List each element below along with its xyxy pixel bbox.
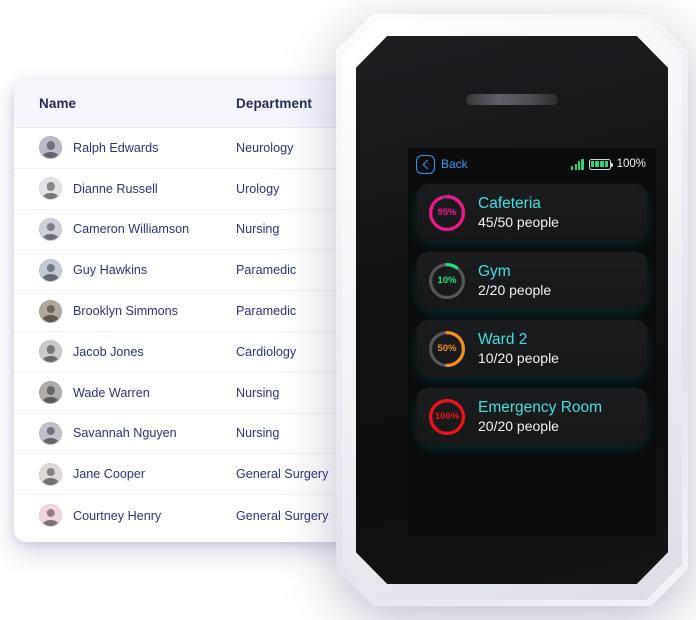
table-row[interactable]: Dianne Russell Urology [14, 168, 350, 210]
column-header-department: Department [236, 96, 313, 111]
room-name: Ward 2 [478, 331, 528, 349]
avatar [39, 299, 62, 323]
table-row[interactable]: Guy Hawkins Paramedic [14, 250, 350, 292]
avatar [39, 381, 62, 405]
device-body: Back 100% 95% Cafeteria 45/50 people 10% Gym… [356, 36, 668, 584]
room-occupancy: 20/20 people [478, 417, 559, 434]
avatar [39, 217, 62, 241]
room-occupancy: 10/20 people [478, 349, 559, 366]
device-screen: Back 100% 95% Cafeteria 45/50 people 10% Gym… [408, 148, 656, 536]
chevron-left-icon [416, 154, 435, 174]
staff-name: Jacob Jones [73, 344, 144, 359]
staff-department: Paramedic [236, 263, 297, 278]
staff-name-cell: Brooklyn Simmons [14, 299, 236, 323]
room-occupancy: 2/20 people [478, 281, 552, 298]
back-button-label: Back [441, 157, 468, 171]
occupancy-percent-label: 95% [437, 207, 457, 218]
table-row[interactable]: Wade Warren Nursing [14, 372, 350, 414]
room-name: Emergency Room [478, 399, 603, 417]
staff-department: Cardiology [236, 344, 297, 359]
table-row[interactable]: Brooklyn Simmons Paramedic [14, 291, 350, 332]
staff-department: General Surgery [236, 508, 329, 523]
room-card[interactable]: 100% Emergency Room 20/20 people [417, 388, 647, 445]
battery-full-icon [588, 158, 613, 170]
occupancy-percent-label: 100% [434, 411, 460, 422]
staff-name-cell: Ralph Edwards [14, 136, 236, 160]
table-row[interactable]: Cameron Williamson Nursing [14, 209, 350, 251]
occupancy-ring: 50% [428, 330, 466, 368]
staff-name: Courtney Henry [73, 508, 162, 523]
staff-name-cell: Courtney Henry [14, 504, 236, 528]
staff-name-cell: Dianne Russell [14, 177, 236, 201]
staff-name: Guy Hawkins [73, 263, 148, 278]
avatar [39, 177, 62, 201]
screenshot-stage: Name Department Ralph Edwards Neurology Di… [0, 0, 696, 620]
avatar [39, 136, 62, 160]
staff-department: Nursing [236, 222, 280, 237]
table-header-row: Name Department [14, 80, 350, 128]
staff-name: Cameron Williamson [73, 222, 190, 237]
battery-percent-label: 100% [616, 158, 646, 170]
room-name: Cafeteria [478, 195, 541, 213]
status-indicators: 100% [571, 158, 646, 170]
table-row[interactable]: Courtney Henry General Surgery [14, 495, 350, 536]
staff-department: Nursing [236, 426, 280, 441]
staff-name: Wade Warren [73, 385, 150, 400]
occupancy-ring: 10% [428, 262, 466, 300]
staff-table-body: Ralph Edwards Neurology Dianne Russell Urol… [14, 128, 350, 536]
staff-name: Jane Cooper [73, 467, 146, 482]
handheld-device: Back 100% 95% Cafeteria 45/50 people 10% Gym… [336, 14, 688, 606]
status-bar: Back 100% [408, 148, 656, 180]
table-row[interactable]: Jacob Jones Cardiology [14, 331, 350, 373]
staff-name: Dianne Russell [73, 181, 158, 196]
table-row[interactable]: Savannah Nguyen Nursing [14, 413, 350, 455]
room-card-text: Gym 2/20 people [478, 263, 551, 298]
staff-name-cell: Guy Hawkins [14, 258, 236, 282]
staff-name-cell: Jacob Jones [14, 340, 236, 364]
occupancy-percent-label: 50% [437, 343, 457, 354]
room-card-text: Ward 2 10/20 people [478, 331, 559, 366]
staff-name: Brooklyn Simmons [73, 304, 178, 319]
occupancy-ring: 95% [428, 194, 466, 232]
table-row[interactable]: Jane Cooper General Surgery [14, 454, 350, 496]
staff-name-cell: Cameron Williamson [14, 217, 236, 241]
staff-name: Savannah Nguyen [73, 426, 177, 441]
occupancy-ring: 100% [428, 398, 466, 436]
back-button[interactable]: Back [416, 154, 468, 174]
staff-name: Ralph Edwards [73, 140, 159, 155]
staff-department: General Surgery [236, 467, 329, 482]
staff-department: Urology [236, 181, 280, 196]
room-card[interactable]: 95% Cafeteria 45/50 people [417, 184, 647, 241]
occupancy-percent-label: 10% [437, 275, 457, 286]
room-card[interactable]: 50% Ward 2 10/20 people [417, 320, 647, 377]
room-occupancy: 45/50 people [478, 213, 559, 230]
signal-bars-icon [571, 158, 584, 170]
avatar [39, 421, 62, 445]
staff-department: Neurology [236, 140, 294, 155]
staff-department: Paramedic [236, 304, 297, 319]
staff-name-cell: Savannah Nguyen [14, 421, 236, 445]
avatar [39, 340, 62, 364]
column-header-name: Name [39, 96, 77, 111]
room-name: Gym [478, 263, 511, 281]
room-card-text: Emergency Room 20/20 people [478, 399, 602, 434]
staff-table-panel: Name Department Ralph Edwards Neurology Di… [14, 80, 350, 542]
avatar [39, 504, 62, 528]
staff-name-cell: Jane Cooper [14, 462, 236, 486]
room-occupancy-list: 95% Cafeteria 45/50 people 10% Gym 2/20 peopl… [408, 180, 656, 445]
speaker-grille [466, 94, 558, 105]
avatar [39, 258, 62, 282]
room-card[interactable]: 10% Gym 2/20 people [417, 252, 647, 309]
table-row[interactable]: Ralph Edwards Neurology [14, 128, 350, 169]
avatar [39, 462, 62, 486]
room-card-text: Cafeteria 45/50 people [478, 195, 559, 230]
staff-name-cell: Wade Warren [14, 381, 236, 405]
staff-department: Nursing [236, 385, 280, 400]
